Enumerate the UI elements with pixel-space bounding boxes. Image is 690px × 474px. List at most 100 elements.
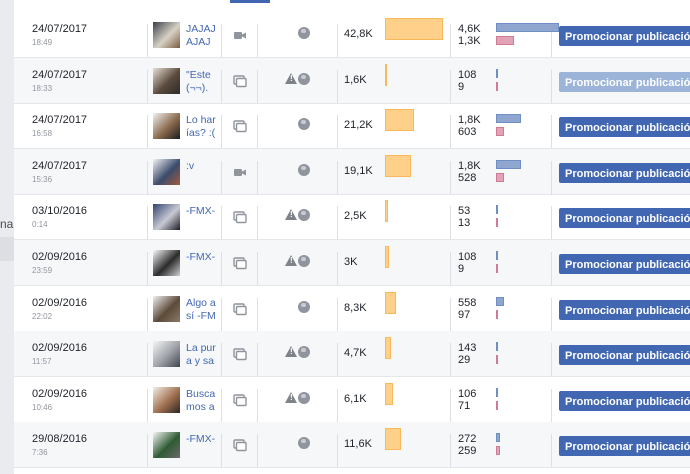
post-title-link[interactable]: Buscamos a [186, 388, 218, 414]
post-title-link[interactable]: La pura y sa [186, 342, 218, 368]
post-title-link[interactable]: "Este (¬¬). [186, 69, 218, 95]
post-title-link[interactable]: -FMX- [186, 205, 218, 218]
column-divider [147, 206, 148, 240]
post-date: 02/09/2016 [32, 387, 88, 400]
post-title-link[interactable]: JAJAJAJAJ [186, 23, 218, 49]
column-divider [147, 343, 148, 377]
column-divider [551, 252, 552, 285]
boost-post-button[interactable]: Promocionar publicación [559, 254, 690, 274]
boost-post-button[interactable]: Promocionar publicación [559, 162, 690, 183]
published-posts-table: 24/07/2017 18:49 JAJAJAJAJ 42,8K 4,6K 1,3K Pro… [14, 0, 690, 474]
column-divider [221, 115, 222, 149]
engagement-reactions-value: 259 [458, 445, 477, 458]
column-divider [221, 24, 222, 57]
column-divider [221, 297, 222, 331]
boost-post-button[interactable]: Promocionar publicación [559, 390, 690, 411]
globe-icon [298, 300, 310, 313]
warning-icon[interactable] [285, 255, 297, 267]
post-date: 24/07/2017 [32, 23, 88, 35]
post-thumbnail[interactable] [153, 295, 180, 322]
post-thumbnail[interactable] [153, 158, 180, 185]
warning-icon[interactable] [285, 346, 297, 358]
sidebar-selected-item[interactable] [0, 237, 14, 261]
post-thumbnail[interactable] [153, 22, 180, 48]
boost-post-button[interactable]: Promocionar publicación [559, 208, 690, 229]
boost-post-button[interactable]: Promocionar publicación [559, 436, 690, 457]
shared-post-icon [233, 438, 247, 452]
column-divider [551, 115, 552, 149]
reach-bar [385, 18, 443, 40]
reach-bar [385, 428, 401, 451]
table-row: 02/09/2016 22:02 Algo así -FM 8,3K 558 97 Prom… [14, 286, 690, 332]
post-title-link[interactable]: Lo harías? :( [186, 114, 218, 140]
table-row: 29/08/2016 7:36 -FMX- 11,6K 272 259 Promociona… [14, 422, 690, 469]
table-row: 02/09/2016 11:57 La pura y sa 4,7K 14329 Prom… [14, 331, 690, 378]
warning-icon[interactable] [285, 391, 297, 404]
globe-icon [298, 72, 310, 85]
column-divider [450, 206, 451, 240]
warning-icon[interactable] [285, 209, 297, 221]
column-divider [450, 297, 451, 331]
engagement-reactions-value: 9 [458, 263, 465, 275]
engagement-reactions-bar [496, 400, 498, 410]
column-divider [551, 343, 552, 377]
column-divider [337, 434, 338, 468]
post-title-link[interactable]: :v [186, 160, 218, 173]
engagement-clicks-bar [496, 205, 498, 215]
engagement-clicks-value: 106 [458, 387, 477, 400]
reach-value: 3K [344, 256, 358, 268]
post-time: 7:36 [32, 448, 48, 458]
shared-post-icon [233, 302, 247, 316]
boost-post-button[interactable]: Promocionar publicación [559, 299, 690, 320]
boost-post-button[interactable]: Promocionar publicación [559, 71, 690, 92]
globe-icon [298, 209, 310, 222]
post-thumbnail[interactable] [153, 341, 180, 368]
column-divider [147, 388, 148, 422]
post-thumbnail[interactable] [153, 432, 180, 459]
engagement-clicks-value: 53 [458, 205, 471, 218]
column-divider [257, 115, 258, 149]
engagement-reactions-bar [496, 218, 498, 228]
engagement-clicks-value: 143 [458, 342, 477, 355]
engagement-clicks-value: 272 [458, 433, 477, 446]
post-title-link[interactable]: Algo así -FM [186, 297, 218, 323]
column-divider [551, 297, 552, 331]
column-divider [221, 434, 222, 468]
shared-post-icon [233, 74, 247, 88]
left-sidebar: na [0, 0, 14, 474]
post-thumbnail[interactable] [153, 386, 180, 413]
engagement-reactions-value: 71 [458, 399, 471, 412]
post-title-link[interactable]: -FMX- [186, 251, 218, 264]
reach-bar [385, 382, 393, 405]
sidebar-label-fragment: na [0, 217, 14, 231]
video-camera-icon [233, 165, 247, 179]
reach-bar [385, 154, 411, 177]
boost-post-button[interactable]: Promocionar publicación [559, 26, 690, 46]
post-date: 24/07/2017 [32, 114, 88, 127]
warning-icon[interactable] [285, 72, 297, 85]
video-camera-icon [233, 28, 247, 42]
boost-post-button[interactable]: Promocionar publicación [559, 345, 690, 366]
post-title-link[interactable]: -FMX- [186, 433, 218, 446]
engagement-reactions-bar [496, 172, 504, 182]
column-divider [257, 160, 258, 194]
reach-bar [385, 63, 387, 86]
post-time: 18:33 [32, 83, 53, 93]
column-divider [147, 69, 148, 103]
column-divider [257, 206, 258, 240]
engagement-reactions-value: 1,3K [458, 35, 481, 47]
post-thumbnail[interactable] [153, 67, 180, 94]
post-thumbnail[interactable] [153, 204, 180, 231]
globe-icon [298, 391, 310, 404]
column-divider [147, 297, 148, 331]
globe-icon [298, 27, 310, 39]
reach-bar [385, 291, 396, 314]
boost-post-button[interactable]: Promocionar publicación [559, 117, 690, 138]
column-divider [450, 434, 451, 468]
post-thumbnail[interactable] [153, 113, 180, 140]
shared-post-icon [233, 393, 247, 407]
post-thumbnail[interactable] [153, 250, 180, 276]
column-divider [551, 69, 552, 103]
post-time: 23:59 [32, 266, 53, 275]
post-date: 24/07/2017 [32, 68, 88, 81]
